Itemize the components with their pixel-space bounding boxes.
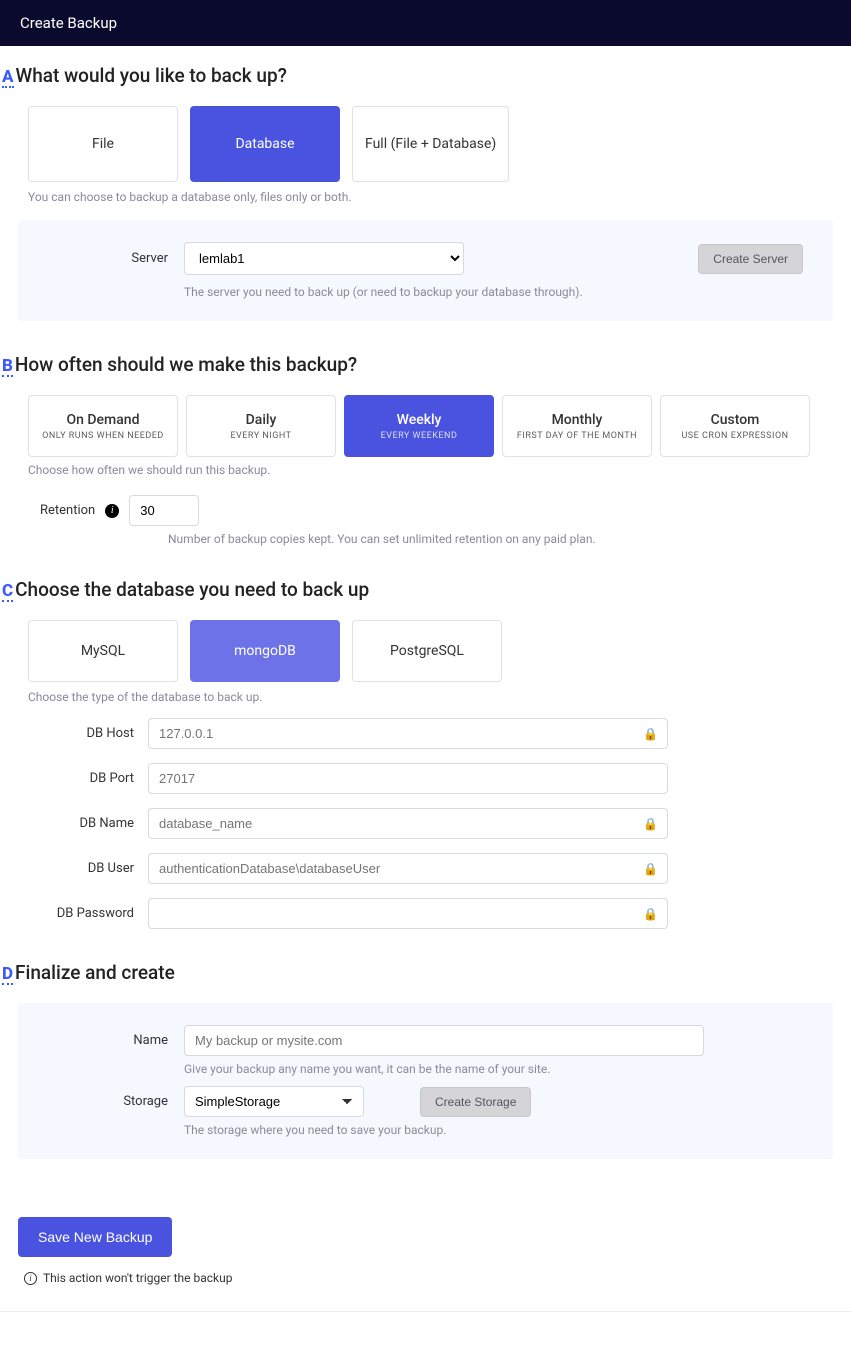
freq-weekly[interactable]: Weekly EVERY WEEKEND	[344, 395, 494, 457]
db-type-help: Choose the type of the database to back …	[28, 690, 851, 704]
storage-select[interactable]: SimpleStorage	[184, 1086, 364, 1117]
db-postgres[interactable]: PostgreSQL	[352, 620, 502, 682]
bullet-b: B	[2, 358, 13, 377]
section-c-title: C Choose the database you need to back u…	[0, 578, 851, 602]
freq-custom[interactable]: Custom USE CRON EXPRESSION	[660, 395, 810, 457]
bullet-a: A	[2, 69, 14, 88]
storage-help: The storage where you need to save your …	[184, 1123, 803, 1137]
finalize-panel: Name Give your backup any name you want,…	[18, 1003, 833, 1159]
lock-icon: 🔒	[643, 727, 658, 741]
name-label: Name	[48, 1033, 168, 1048]
section-frequency: B How often should we make this backup? …	[0, 353, 851, 546]
server-help: The server you need to back up (or need …	[184, 285, 803, 299]
create-server-button[interactable]: Create Server	[698, 244, 803, 274]
retention-row: Retention i	[40, 495, 851, 526]
content: A What would you like to back up? File D…	[0, 46, 851, 1352]
server-label: Server	[48, 251, 168, 266]
name-help: Give your backup any name you want, it c…	[184, 1062, 803, 1076]
header-title: Create Backup	[20, 14, 117, 32]
section-d-title: D Finalize and create	[0, 961, 851, 985]
retention-help: Number of backup copies kept. You can se…	[168, 532, 851, 546]
section-a-title: A What would you like to back up?	[0, 64, 851, 88]
footer-note: i This action won't trigger the backup	[24, 1271, 851, 1285]
backup-type-row: File Database Full (File + Database)	[28, 106, 851, 182]
db-password-label: DB Password	[0, 906, 134, 921]
db-port-input[interactable]	[148, 763, 668, 794]
db-type-row: MySQL mongoDB PostgreSQL	[28, 620, 851, 682]
db-name-label: DB Name	[0, 816, 134, 831]
page-header: Create Backup	[0, 0, 851, 46]
db-user-input[interactable]	[148, 853, 668, 884]
retention-label: Retention	[40, 503, 95, 518]
section-b-title: B How often should we make this backup?	[0, 353, 851, 377]
section-database: C Choose the database you need to back u…	[0, 578, 851, 929]
db-form: DB Host 🔒 DB Port DB Name 🔒	[0, 718, 851, 929]
section-finalize: D Finalize and create Name Give your bac…	[0, 961, 851, 1159]
server-panel: Server lemlab1 Create Server The server …	[18, 220, 833, 321]
lock-icon: 🔒	[643, 862, 658, 876]
frequency-help: Choose how often we should run this back…	[28, 463, 851, 477]
db-password-input[interactable]	[148, 898, 668, 929]
backup-type-help: You can choose to backup a database only…	[28, 190, 851, 204]
db-mysql[interactable]: MySQL	[28, 620, 178, 682]
bullet-c: C	[2, 583, 13, 602]
freq-daily[interactable]: Daily EVERY NIGHT	[186, 395, 336, 457]
info-icon: i	[24, 1272, 37, 1285]
section-what: A What would you like to back up? File D…	[0, 64, 851, 321]
backup-type-database[interactable]: Database	[190, 106, 340, 182]
backup-name-input[interactable]	[184, 1025, 704, 1056]
storage-label: Storage	[48, 1094, 168, 1109]
bullet-d: D	[2, 966, 13, 985]
db-name-input[interactable]	[148, 808, 668, 839]
freq-ondemand[interactable]: On Demand ONLY RUNS WHEN NEEDED	[28, 395, 178, 457]
lock-icon: 🔒	[643, 817, 658, 831]
db-host-label: DB Host	[0, 726, 134, 741]
divider	[0, 1311, 851, 1312]
backup-type-full[interactable]: Full (File + Database)	[352, 106, 509, 182]
backup-type-file[interactable]: File	[28, 106, 178, 182]
create-storage-button[interactable]: Create Storage	[420, 1087, 531, 1117]
freq-monthly[interactable]: Monthly FIRST DAY OF THE MONTH	[502, 395, 652, 457]
retention-input[interactable]	[129, 495, 199, 526]
db-host-input[interactable]	[148, 718, 668, 749]
server-select[interactable]: lemlab1	[184, 242, 464, 275]
save-new-backup-button[interactable]: Save New Backup	[18, 1217, 172, 1257]
lock-icon: 🔒	[643, 907, 658, 921]
frequency-row: On Demand ONLY RUNS WHEN NEEDED Daily EV…	[28, 395, 851, 457]
db-mongodb[interactable]: mongoDB	[190, 620, 340, 682]
info-icon[interactable]: i	[105, 504, 119, 518]
db-port-label: DB Port	[0, 771, 134, 786]
db-user-label: DB User	[0, 861, 134, 876]
